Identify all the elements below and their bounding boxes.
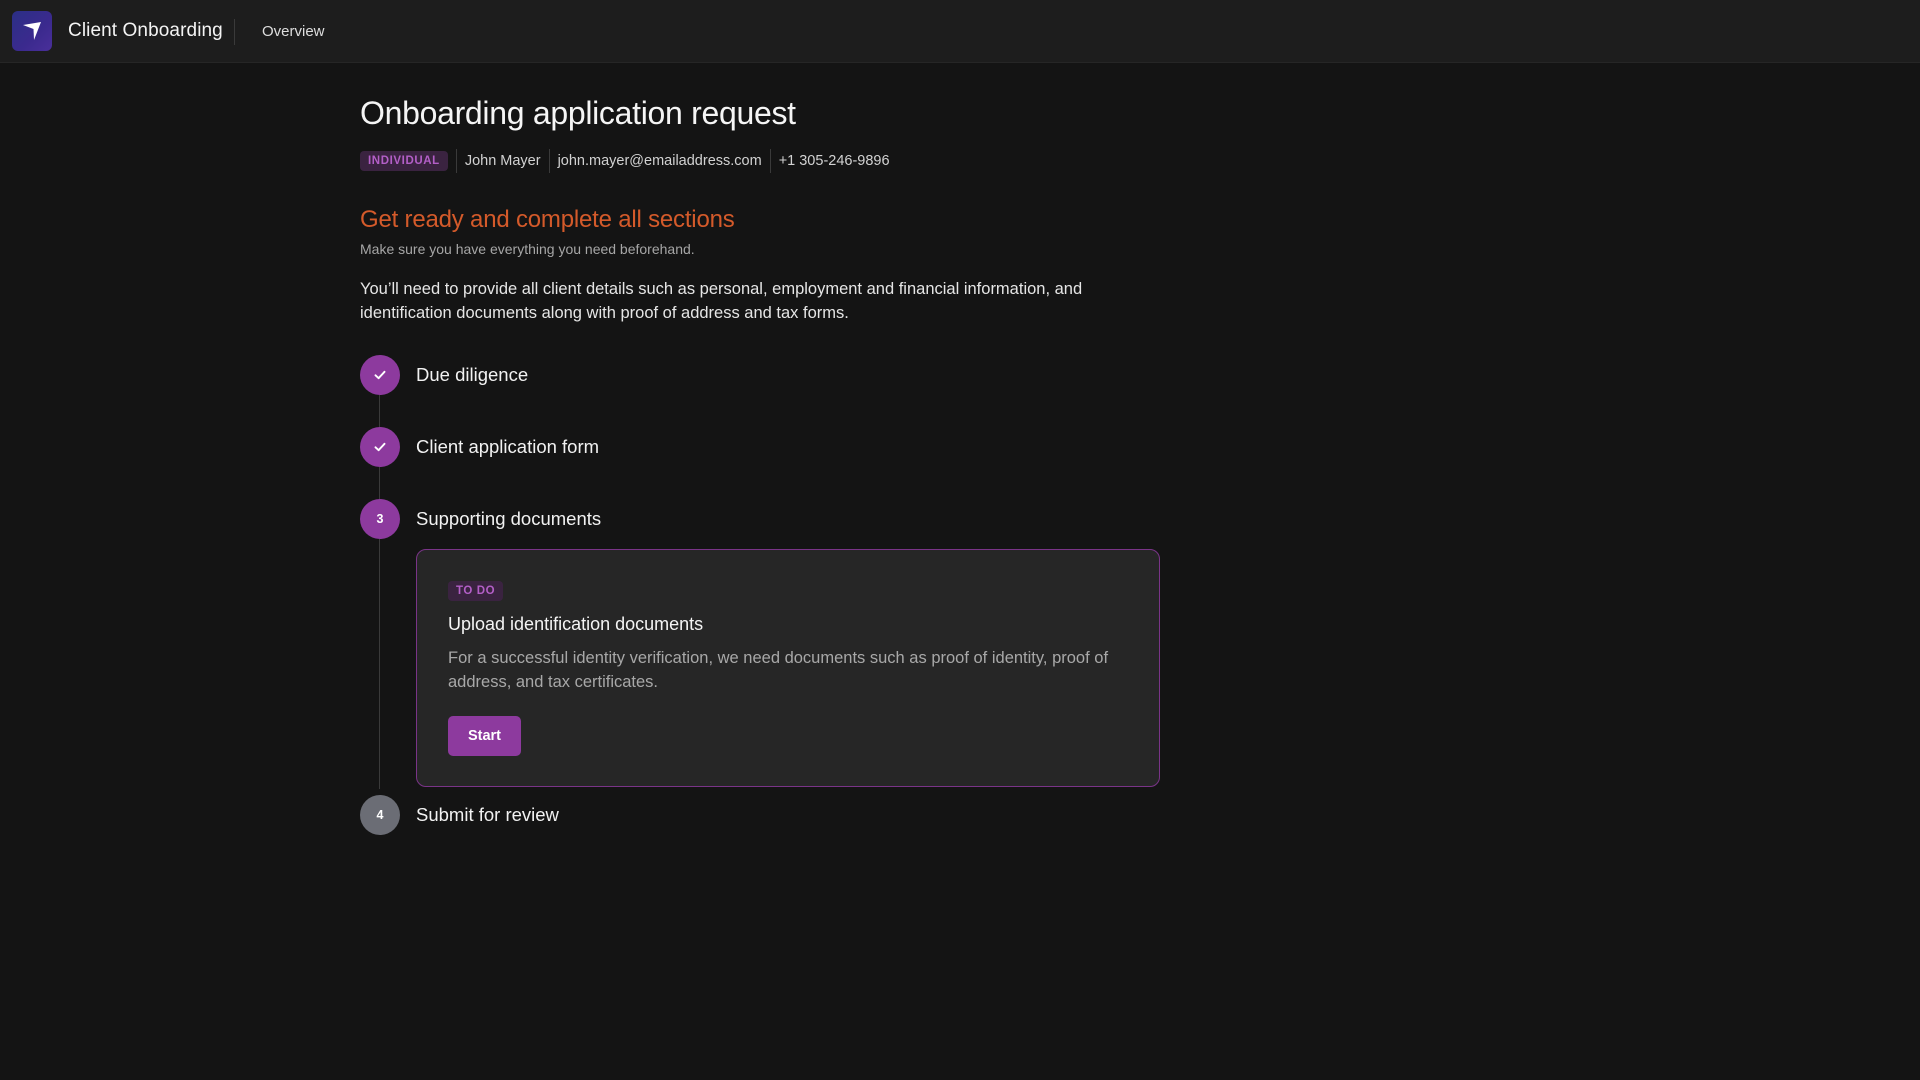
step-client-application-form[interactable]: Client application form bbox=[360, 427, 599, 467]
task-title: Upload identification documents bbox=[448, 614, 704, 634]
task-description: For a successful identity verification, … bbox=[448, 649, 1109, 691]
step-connector bbox=[379, 395, 380, 427]
task-card: TO DO Upload identification documents Fo… bbox=[416, 549, 1160, 787]
section-heading: Get ready and complete all sections bbox=[360, 206, 735, 233]
app-title: Client Onboarding bbox=[68, 20, 223, 41]
client-name: John Mayer bbox=[464, 153, 541, 169]
step-due-diligence[interactable]: Due diligence bbox=[360, 355, 528, 395]
step-label: Submit for review bbox=[416, 804, 559, 825]
step-connector bbox=[379, 467, 380, 499]
step-label: Due diligence bbox=[416, 364, 529, 385]
meta-divider bbox=[769, 149, 771, 173]
step-label: Client application form bbox=[416, 436, 600, 457]
step-label: Supporting documents bbox=[416, 508, 602, 529]
step-number: 4 bbox=[360, 795, 400, 835]
section-subheading: Make sure you have everything you need b… bbox=[360, 241, 695, 257]
step-check-icon bbox=[360, 427, 400, 467]
step-number: 3 bbox=[360, 499, 400, 539]
page-title: Onboarding application request bbox=[360, 95, 796, 131]
meta-divider bbox=[455, 149, 457, 173]
top-bar: Client Onboarding Overview bbox=[0, 0, 1920, 63]
step-connector bbox=[379, 539, 380, 789]
topbar-divider bbox=[234, 19, 235, 45]
app-logo[interactable] bbox=[12, 11, 52, 51]
client-meta: INDIVIDUAL John Mayer john.mayer@emailad… bbox=[360, 148, 890, 174]
todo-badge: TO DO bbox=[448, 581, 504, 601]
client-email: john.mayer@emailaddress.com bbox=[557, 153, 762, 169]
client-type-badge: INDIVIDUAL bbox=[360, 151, 448, 171]
logo-arrow-icon bbox=[23, 22, 41, 40]
start-button[interactable]: Start bbox=[448, 716, 521, 756]
section-description: You’ll need to provide all client detail… bbox=[360, 280, 1083, 322]
client-phone: +1 305-246-9896 bbox=[778, 153, 890, 169]
step-supporting-documents[interactable]: 3 Supporting documents bbox=[360, 499, 601, 539]
nav-overview-link[interactable]: Overview bbox=[262, 23, 325, 40]
meta-divider bbox=[548, 149, 550, 173]
step-submit-for-review[interactable]: 4 Submit for review bbox=[360, 795, 559, 835]
step-check-icon bbox=[360, 355, 400, 395]
